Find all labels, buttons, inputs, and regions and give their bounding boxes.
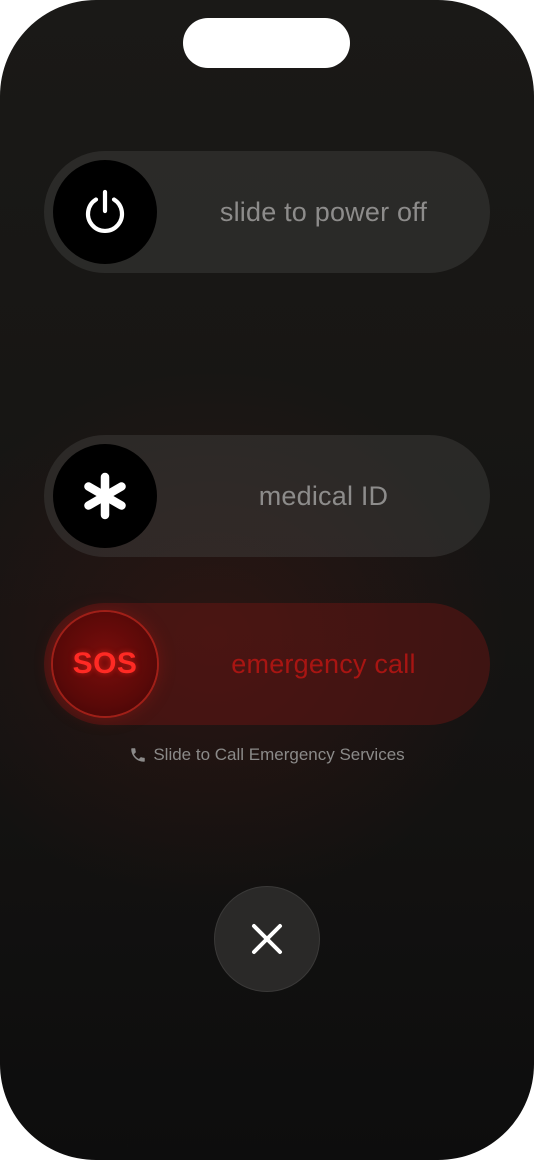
- emergency-hint: Slide to Call Emergency Services: [0, 742, 534, 768]
- medical-id-label: medical ID: [258, 480, 389, 511]
- close-icon: [252, 924, 282, 954]
- dynamic-island: [183, 18, 350, 68]
- sos-knob[interactable]: SOS: [53, 612, 157, 716]
- emergency-hint-text: Slide to Call Emergency Services: [153, 745, 405, 764]
- medical-id-knob[interactable]: [53, 444, 157, 548]
- power-icon: [85, 189, 125, 234]
- emergency-sos-slider[interactable]: SOS emergency call: [44, 603, 490, 725]
- power-off-slider[interactable]: slide to power off: [44, 151, 490, 273]
- phone-screen: slide to power off medical ID SOS emerge…: [0, 0, 534, 1160]
- phone-icon: [131, 748, 146, 762]
- medical-id-slider[interactable]: medical ID: [44, 435, 490, 557]
- asterisk-icon: [84, 472, 126, 520]
- power-off-label: slide to power off: [219, 196, 428, 227]
- power-off-knob[interactable]: [53, 160, 157, 264]
- cancel-button[interactable]: [214, 886, 320, 992]
- emergency-call-label: emergency call: [231, 648, 416, 679]
- sos-knob-text: SOS: [72, 647, 138, 680]
